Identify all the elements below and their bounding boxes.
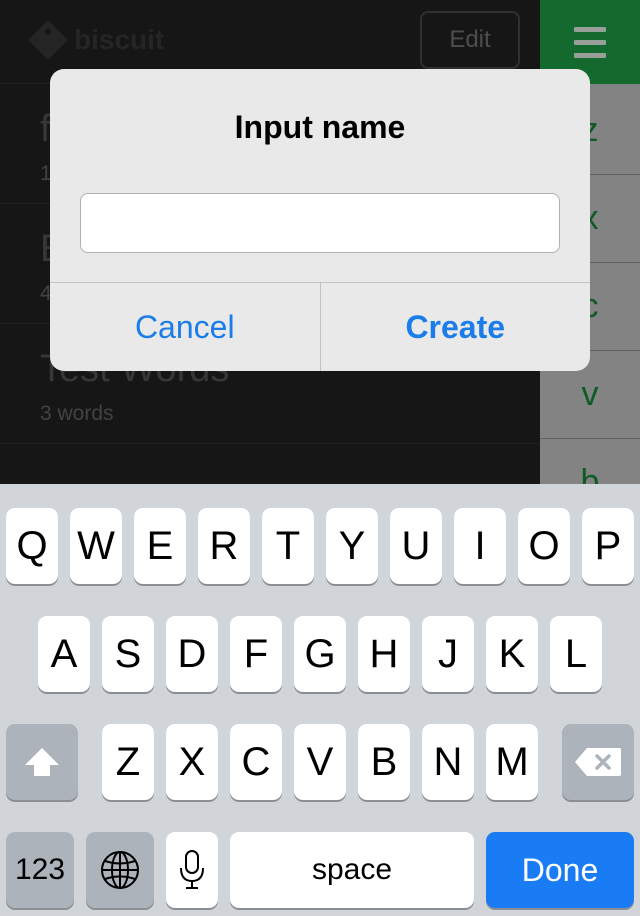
cancel-button[interactable]: Cancel bbox=[50, 283, 320, 371]
key-p[interactable]: P bbox=[582, 508, 634, 584]
dialog-title: Input name bbox=[234, 109, 406, 145]
key-f[interactable]: F bbox=[230, 616, 282, 692]
input-name-dialog: Input name Cancel Create bbox=[50, 69, 590, 371]
dialog-buttons: Cancel Create bbox=[50, 282, 590, 371]
dictation-key[interactable] bbox=[166, 832, 218, 908]
key-x[interactable]: X bbox=[166, 724, 218, 800]
key-z[interactable]: Z bbox=[102, 724, 154, 800]
shift-key[interactable] bbox=[6, 724, 78, 800]
done-key[interactable]: Done bbox=[486, 832, 634, 908]
key-h[interactable]: H bbox=[358, 616, 410, 692]
key-y[interactable]: Y bbox=[326, 508, 378, 584]
key-c[interactable]: C bbox=[230, 724, 282, 800]
key-t[interactable]: T bbox=[262, 508, 314, 584]
numbers-key[interactable]: 123 bbox=[6, 832, 74, 908]
microphone-icon bbox=[180, 850, 204, 889]
key-q[interactable]: Q bbox=[6, 508, 58, 584]
space-key[interactable]: space bbox=[230, 832, 474, 908]
key-u[interactable]: U bbox=[390, 508, 442, 584]
create-button[interactable]: Create bbox=[319, 283, 591, 371]
key-k[interactable]: K bbox=[486, 616, 538, 692]
key-i[interactable]: I bbox=[454, 508, 506, 584]
key-e[interactable]: E bbox=[134, 508, 186, 584]
name-input[interactable] bbox=[80, 193, 560, 253]
key-a[interactable]: A bbox=[38, 616, 90, 692]
globe-key[interactable] bbox=[86, 832, 154, 908]
key-m[interactable]: M bbox=[486, 724, 538, 800]
key-l[interactable]: L bbox=[550, 616, 602, 692]
delete-key[interactable] bbox=[562, 724, 634, 800]
key-w[interactable]: W bbox=[70, 508, 122, 584]
key-d[interactable]: D bbox=[166, 616, 218, 692]
key-n[interactable]: N bbox=[422, 724, 474, 800]
backspace-icon bbox=[575, 748, 621, 776]
key-o[interactable]: O bbox=[518, 508, 570, 584]
key-r[interactable]: R bbox=[198, 508, 250, 584]
key-s[interactable]: S bbox=[102, 616, 154, 692]
shift-arrow-icon bbox=[25, 748, 59, 776]
key-v[interactable]: V bbox=[294, 724, 346, 800]
key-g[interactable]: G bbox=[294, 616, 346, 692]
keyboard: Q W E R T Y U I O P A S D F G H J K L Z … bbox=[0, 484, 640, 916]
key-b[interactable]: B bbox=[358, 724, 410, 800]
key-j[interactable]: J bbox=[422, 616, 474, 692]
globe-icon bbox=[101, 851, 139, 889]
